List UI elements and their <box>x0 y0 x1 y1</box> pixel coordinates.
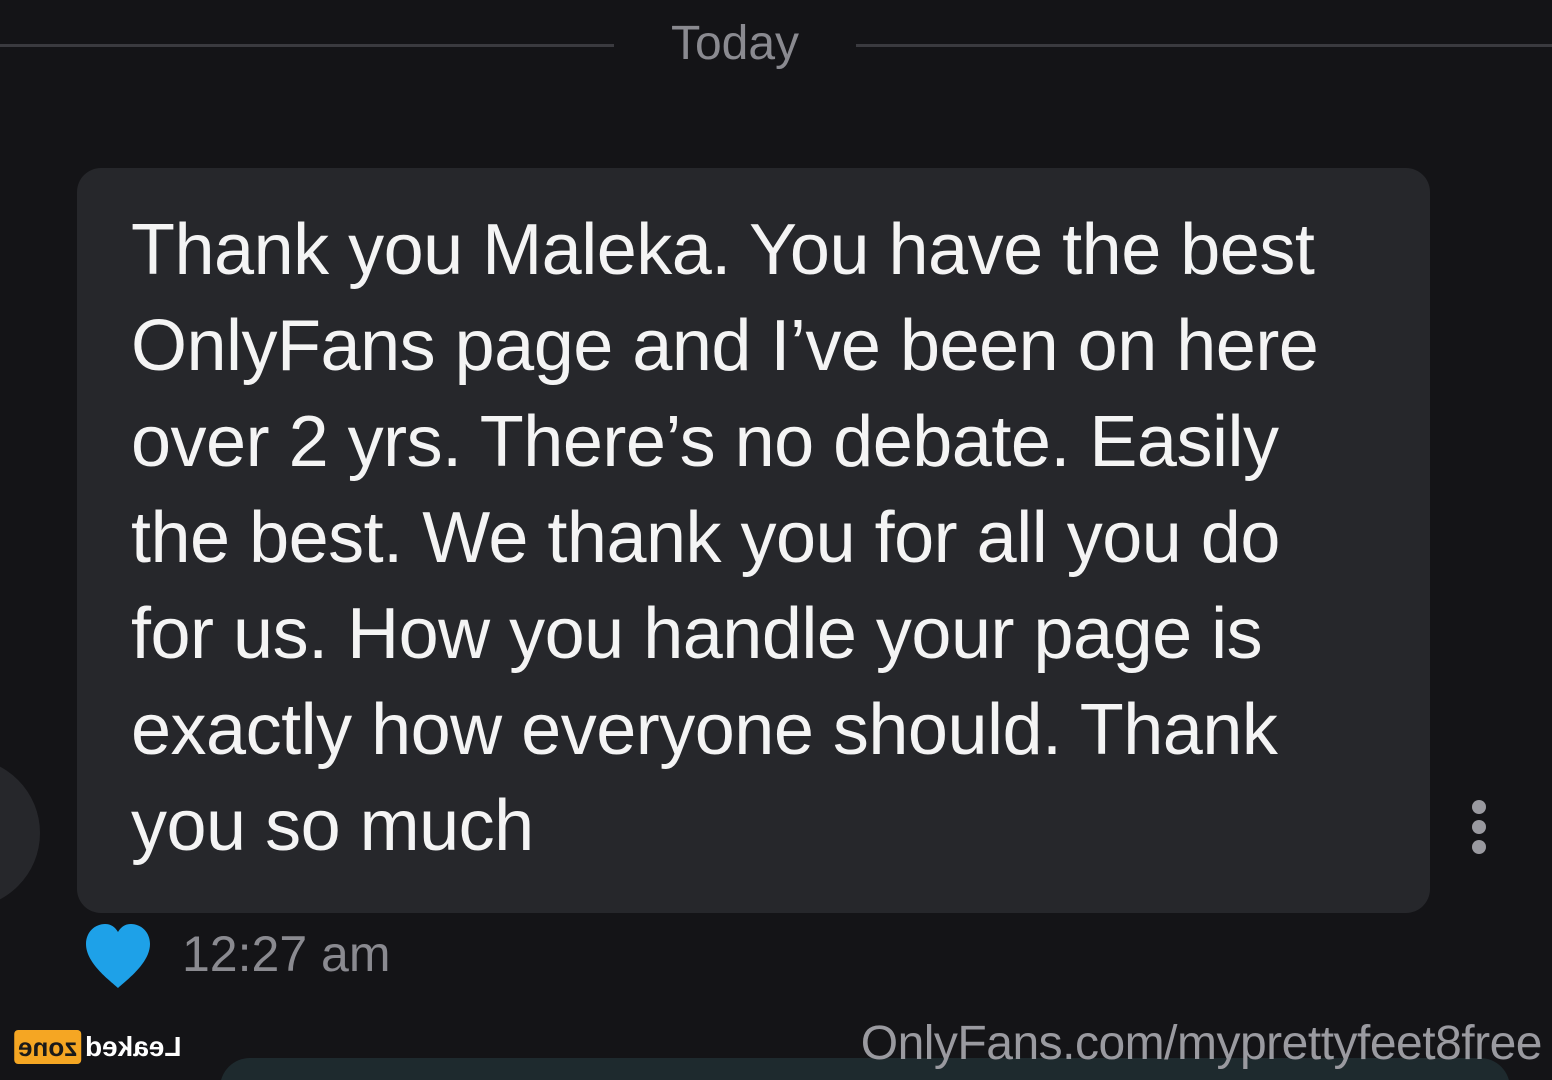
message-timestamp: 12:27 am <box>182 926 391 982</box>
date-divider-label: Today <box>670 17 800 70</box>
sender-avatar[interactable] <box>0 758 40 908</box>
dot-icon <box>1472 800 1486 814</box>
date-divider-line-right <box>856 44 1552 47</box>
chat-screen: Today Thank you Maleka. You have the bes… <box>0 0 1552 1080</box>
date-divider-line-left <box>0 44 614 47</box>
message-text: Thank you Maleka. You have the best Only… <box>131 210 1319 866</box>
heart-icon[interactable] <box>82 922 154 990</box>
logo-zone-text: zone <box>14 1030 82 1064</box>
leakedzone-logo: zone Leaked <box>14 1028 182 1066</box>
site-watermark: OnlyFans.com/myprettyfeet8free <box>860 1017 1543 1070</box>
message-bubble[interactable]: Thank you Maleka. You have the best Only… <box>77 168 1430 913</box>
dot-icon <box>1472 840 1486 854</box>
more-options-icon[interactable] <box>1464 798 1494 856</box>
logo-leaked-text: Leaked <box>85 1031 182 1062</box>
dot-icon <box>1472 820 1486 834</box>
